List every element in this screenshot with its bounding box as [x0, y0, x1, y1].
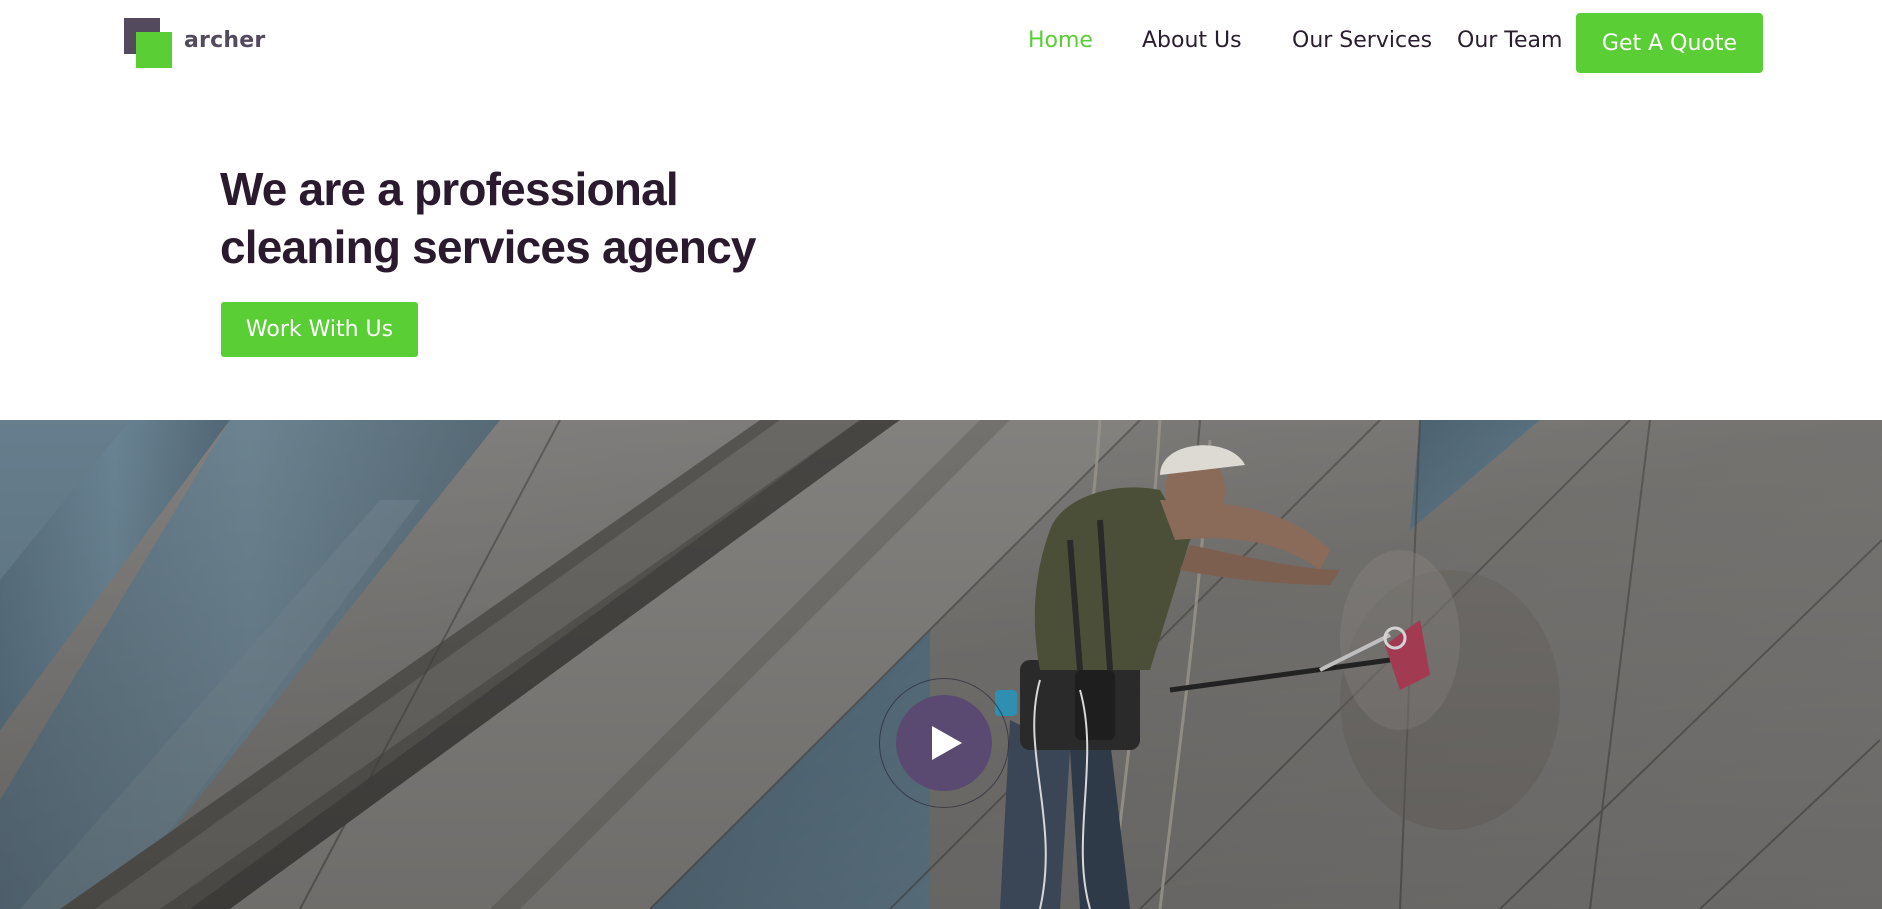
building-facade-image: [0, 420, 1882, 909]
nav-item-our-team[interactable]: Our Team: [1457, 28, 1562, 53]
nav-item-our-services[interactable]: Our Services: [1292, 28, 1432, 53]
play-video-button[interactable]: [896, 695, 992, 791]
play-icon: [932, 726, 962, 760]
get-a-quote-button[interactable]: Get A Quote: [1576, 13, 1763, 73]
logo-text: archer: [184, 28, 266, 53]
logo[interactable]: archer: [124, 18, 266, 70]
hero-title: We are a professional cleaning services …: [220, 160, 840, 276]
nav-item-about-us[interactable]: About Us: [1142, 28, 1242, 53]
logo-mark-icon: [124, 18, 172, 70]
hero-photo: [0, 420, 1882, 909]
hero-title-line-2: cleaning services agency: [220, 221, 756, 273]
site-header: archer Home About Us Our Services Our Te…: [0, 0, 1882, 86]
work-with-us-button[interactable]: Work With Us: [221, 302, 418, 357]
hero-title-line-1: We are a professional: [220, 163, 679, 215]
nav-item-home[interactable]: Home: [1028, 28, 1093, 53]
